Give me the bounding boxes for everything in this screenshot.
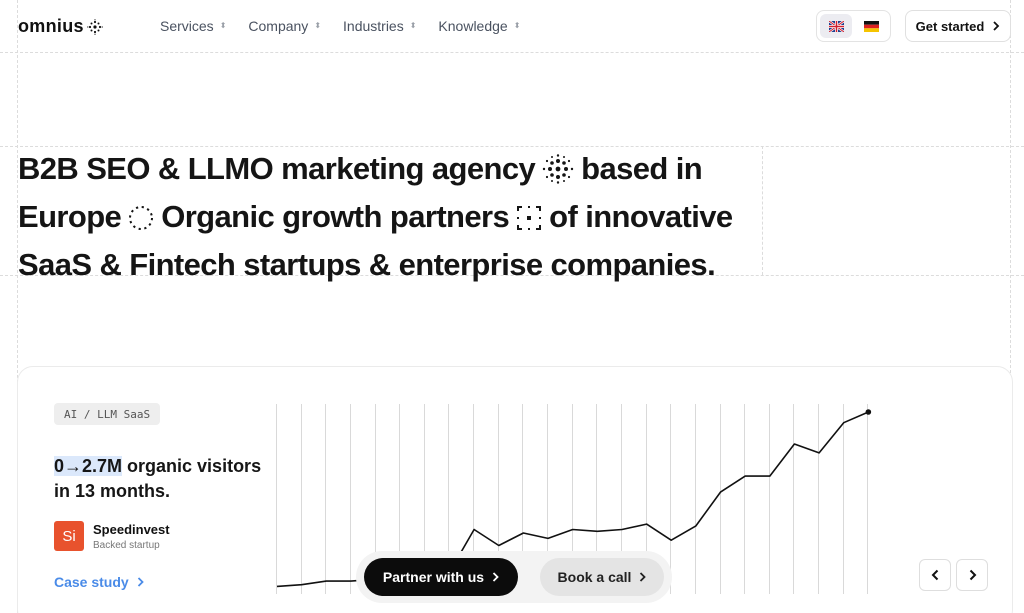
case-headline: 0→2.7M organic visitors in 13 months. [54, 454, 274, 504]
nav-knowledge-label: Knowledge [438, 18, 508, 34]
company-name: Speedinvest [93, 521, 170, 537]
language-de-button[interactable] [855, 14, 887, 38]
main-nav: Services ⬍ Company ⬍ Industries ⬍ Knowle… [160, 0, 520, 52]
nav-services-label: Services [160, 18, 214, 34]
category-tag: AI / LLM SaaS [54, 403, 161, 425]
chevron-right-icon [640, 572, 647, 582]
chevron-updown-icon: ⬍ [513, 21, 521, 30]
nav-knowledge[interactable]: Knowledge ⬍ [438, 18, 520, 34]
partner-with-us-button[interactable]: Partner with us [364, 558, 518, 596]
company-subtitle: Backed startup [93, 539, 160, 551]
language-en-button[interactable] [820, 14, 852, 38]
logo[interactable]: omnius [18, 16, 103, 37]
carousel-prev-button[interactable] [919, 559, 951, 591]
nav-company-label: Company [248, 18, 309, 34]
case-study-link[interactable]: Case study [54, 574, 144, 590]
chevron-right-icon [993, 21, 1000, 31]
chevron-updown-icon: ⬍ [409, 21, 417, 30]
dotted-frame-icon [515, 200, 543, 243]
uk-flag-icon [828, 20, 844, 32]
book-a-call-button[interactable]: Book a call [540, 558, 664, 596]
nav-services[interactable]: Services ⬍ [160, 18, 226, 34]
get-started-label: Get started [915, 18, 985, 34]
logo-text: omnius [18, 16, 84, 36]
company-info: Si Speedinvest Backed startup [54, 521, 170, 551]
chevron-right-icon [969, 569, 976, 581]
dot-sphere-icon [541, 152, 575, 195]
metric-highlight: 0→2.7M [54, 456, 123, 476]
nav-company[interactable]: Company ⬍ [248, 18, 321, 34]
nav-industries[interactable]: Industries ⬍ [343, 18, 416, 34]
german-flag-icon [863, 20, 879, 32]
logo-mark-icon [87, 18, 103, 35]
partner-with-us-label: Partner with us [382, 569, 485, 585]
chevron-updown-icon: ⬍ [314, 21, 322, 30]
chevron-updown-icon: ⬍ [219, 21, 227, 30]
book-a-call-label: Book a call [557, 569, 632, 585]
hero-text-part1: B2B SEO & LLMO marketing agency [18, 151, 536, 186]
company-logo: Si [54, 521, 84, 551]
hero-headline: B2B SEO & LLMO marketing agency based in… [18, 147, 778, 286]
nav-industries-label: Industries [343, 18, 404, 34]
dotted-ring-icon [127, 200, 155, 243]
chevron-right-icon [137, 577, 144, 587]
get-started-button[interactable]: Get started [905, 10, 1011, 42]
chevron-left-icon [931, 569, 938, 581]
chevron-right-icon [492, 572, 499, 582]
language-switcher [816, 10, 891, 42]
case-study-link-label: Case study [54, 574, 129, 590]
site-header: omnius Services ⬍ Company ⬍ Industries ⬍ [0, 0, 1024, 52]
chart-end-point [865, 409, 872, 415]
hero-text-part3: Organic growth partners [161, 199, 510, 234]
carousel-next-button[interactable] [956, 559, 988, 591]
